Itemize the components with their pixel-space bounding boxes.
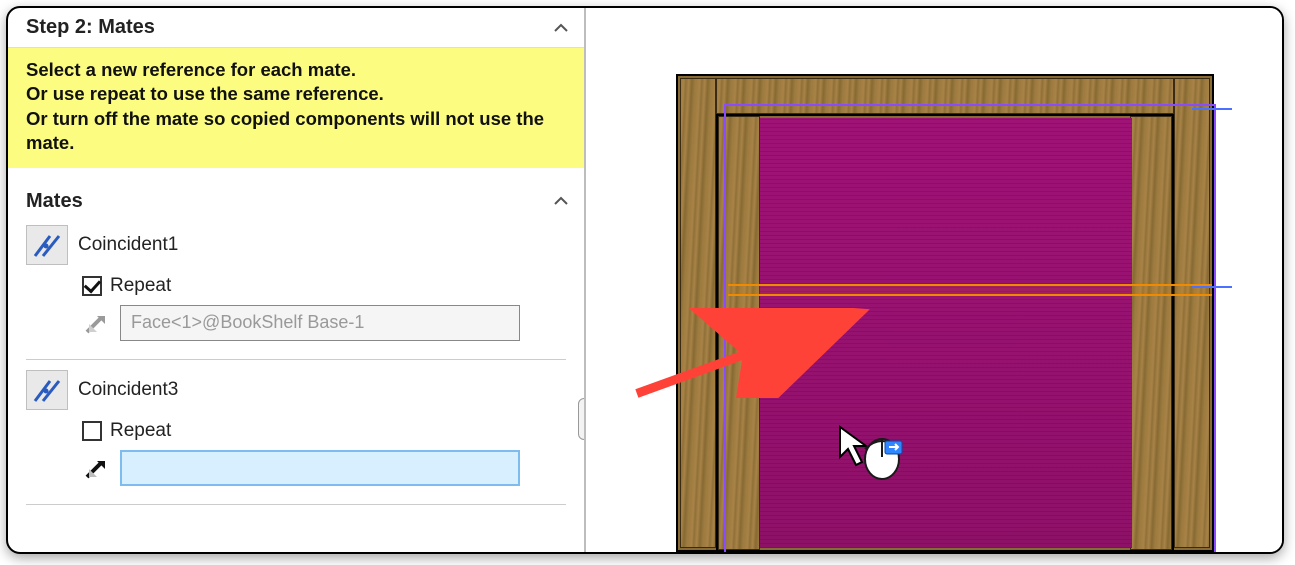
repeat-label: Repeat <box>110 420 171 442</box>
app-frame: Step 2: Mates Select a new reference for… <box>6 6 1284 554</box>
mate-block: Coincident3 Repeat <box>8 364 584 502</box>
mate-name: Coincident1 <box>78 234 178 256</box>
step2-title: Step 2: Mates <box>26 16 155 39</box>
dimension-guide <box>1192 108 1232 110</box>
mates-title: Mates <box>26 190 83 213</box>
chevron-up-icon <box>552 192 570 210</box>
bookshelf-model[interactable] <box>676 74 1214 552</box>
coincident-mate-icon <box>26 225 68 265</box>
shelf-highlight[interactable] <box>728 284 1212 296</box>
mate-row[interactable]: Coincident1 <box>26 223 566 269</box>
help-message: Select a new reference for each mate. Or… <box>8 48 584 168</box>
graphics-viewport[interactable] <box>586 8 1282 552</box>
dimension-guide <box>1192 286 1232 288</box>
selection-outline <box>724 104 1216 552</box>
mate-name: Coincident3 <box>78 379 178 401</box>
repeat-row: Repeat <box>26 414 566 448</box>
mates-header[interactable]: Mates <box>8 168 584 219</box>
pick-reference-icon[interactable] <box>82 309 110 337</box>
panel-splitter-handle[interactable] <box>578 398 586 440</box>
repeat-checkbox[interactable] <box>82 276 102 296</box>
mate-row[interactable]: Coincident3 <box>26 368 566 414</box>
reference-row <box>26 303 566 351</box>
pick-reference-icon[interactable] <box>82 454 110 482</box>
coincident-mate-icon <box>26 370 68 410</box>
repeat-label: Repeat <box>110 275 171 297</box>
step2-header[interactable]: Step 2: Mates <box>8 8 584 48</box>
divider <box>26 359 566 360</box>
reference-input[interactable] <box>120 450 520 486</box>
reference-row <box>26 448 566 496</box>
repeat-checkbox[interactable] <box>82 421 102 441</box>
help-text: Select a new reference for each mate. Or… <box>26 59 544 153</box>
divider <box>26 504 566 505</box>
reference-input[interactable] <box>120 305 520 341</box>
bookshelf-side <box>680 78 716 548</box>
property-manager-panel: Step 2: Mates Select a new reference for… <box>8 8 586 552</box>
chevron-up-icon <box>552 19 570 37</box>
mate-block: Coincident1 Repeat <box>8 219 584 357</box>
repeat-row: Repeat <box>26 269 566 303</box>
